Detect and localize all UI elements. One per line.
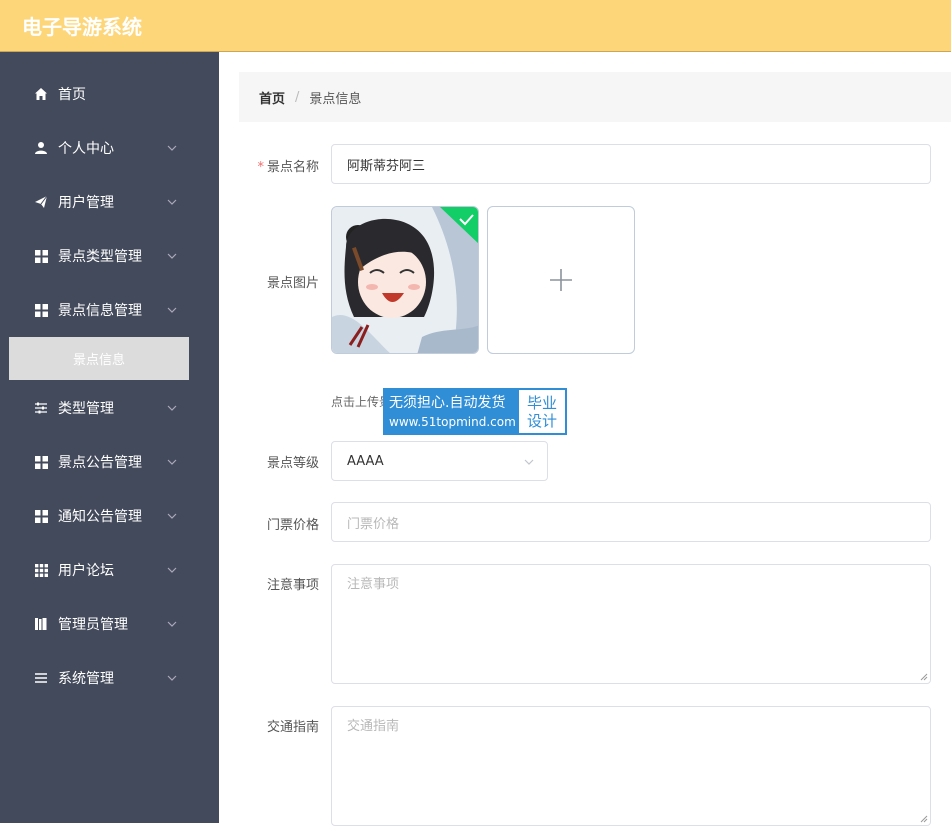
spot-image-label: 景点图片 — [266, 276, 319, 291]
breadcrumb: 首页 / 景点信息 — [239, 72, 951, 122]
breadcrumb-current: 景点信息 — [309, 91, 362, 107]
spot-name-label: * 景点名称 — [257, 160, 319, 175]
chevron-down-icon — [166, 402, 178, 414]
uploaded-image-thumbnail[interactable] — [331, 206, 479, 354]
chevron-down-icon — [166, 196, 178, 208]
app-title: 电子导游系统 — [22, 15, 142, 39]
send-icon — [33, 194, 49, 210]
watermark-badge-line2: 设计 — [526, 411, 557, 430]
sidebar-item-spot-info-management[interactable]: 景点信息管理 — [0, 283, 219, 337]
sidebar-item-admin-management[interactable]: 管理员管理 — [0, 597, 219, 651]
sidebar-item-system-management[interactable]: 系统管理 — [0, 651, 219, 705]
sidebar-item-label: 用户论坛 — [58, 563, 114, 579]
spot-level-label: 景点等级 — [266, 456, 319, 471]
chevron-down-icon — [166, 456, 178, 468]
traffic-guide-textarea[interactable]: 交通指南 — [331, 706, 931, 826]
sidebar-item-label: 景点类型管理 — [58, 249, 142, 265]
breadcrumb-separator: / — [295, 89, 300, 105]
chevron-down-icon — [523, 456, 535, 468]
books-icon — [33, 616, 49, 632]
sidebar-item-label: 景点公告管理 — [58, 455, 142, 471]
resize-handle-icon[interactable] — [920, 815, 928, 823]
watermark-badge-line1: 毕业 — [526, 393, 557, 412]
breadcrumb-home[interactable]: 首页 — [259, 88, 285, 107]
grid-icon — [33, 454, 49, 470]
main-content: 首页 / 景点信息 * 景点名称 阿斯蒂芬阿三 景点图片 点击上传景 无须担心.… — [219, 52, 951, 826]
sidebar-item-label: 用户管理 — [58, 195, 114, 211]
resize-handle-icon[interactable] — [920, 673, 928, 681]
sidebar-item-home[interactable]: 首页 — [0, 67, 219, 121]
sidebar-subitem-spot-info[interactable]: 景点信息 — [9, 337, 189, 380]
list-icon — [33, 670, 49, 686]
sidebar-item-notification-management[interactable]: 通知公告管理 — [0, 489, 219, 543]
anime-character-image — [332, 207, 478, 353]
chevron-down-icon — [166, 672, 178, 684]
notes-label: 注意事项 — [266, 578, 319, 593]
sidebar-item-personal-center[interactable]: 个人中心 — [0, 121, 219, 175]
required-mark: * — [257, 160, 264, 175]
top-bar: 电子导游系统 — [0, 0, 951, 52]
notes-textarea[interactable]: 注意事项 — [331, 564, 931, 684]
traffic-guide-label: 交通指南 — [266, 720, 319, 735]
sidebar-item-type-management[interactable]: 类型管理 — [0, 381, 219, 435]
ticket-price-input[interactable]: 门票价格 — [331, 502, 931, 542]
sidebar-item-label: 个人中心 — [58, 141, 114, 157]
grid-icon — [33, 248, 49, 264]
sidebar-item-label: 景点信息管理 — [58, 303, 142, 319]
upload-tip: 点击上传景 — [331, 395, 392, 409]
home-icon — [33, 86, 49, 102]
sidebar-item-label: 通知公告管理 — [58, 509, 142, 525]
sidebar: 首页 个人中心 用户管理 景点类型管理 景点信息管理 景点信息 类型管理 景点公… — [0, 52, 219, 823]
chevron-down-icon — [166, 304, 178, 316]
grid-icon — [33, 302, 49, 318]
sidebar-item-spot-notice-management[interactable]: 景点公告管理 — [0, 435, 219, 489]
spot-level-value: AAAA — [347, 453, 384, 469]
chevron-down-icon — [166, 142, 178, 154]
plus-icon — [550, 269, 572, 291]
sliders-icon — [33, 400, 49, 416]
sidebar-item-label: 管理员管理 — [58, 617, 128, 633]
watermark-line1: 无须担心.自动发货 — [389, 395, 506, 411]
watermark-badge: 无须担心.自动发货 www.51topmind.com 毕业 设计 — [383, 388, 567, 435]
dots-grid-icon — [33, 562, 49, 578]
sidebar-item-label: 类型管理 — [58, 401, 114, 417]
grid-icon — [33, 508, 49, 524]
watermark-line2: www.51topmind.com — [389, 415, 516, 429]
sidebar-item-label: 系统管理 — [58, 671, 114, 687]
spot-name-input[interactable]: 阿斯蒂芬阿三 — [331, 144, 931, 184]
ticket-price-label: 门票价格 — [266, 518, 319, 533]
sidebar-item-label: 首页 — [58, 87, 86, 103]
sidebar-item-user-forum[interactable]: 用户论坛 — [0, 543, 219, 597]
sidebar-item-spot-type-management[interactable]: 景点类型管理 — [0, 229, 219, 283]
chevron-down-icon — [166, 510, 178, 522]
user-icon — [33, 140, 49, 156]
sidebar-item-user-management[interactable]: 用户管理 — [0, 175, 219, 229]
upload-image-button[interactable] — [487, 206, 635, 354]
spot-level-select[interactable]: AAAA — [331, 441, 548, 481]
chevron-down-icon — [166, 564, 178, 576]
chevron-down-icon — [166, 618, 178, 630]
chevron-down-icon — [166, 250, 178, 262]
